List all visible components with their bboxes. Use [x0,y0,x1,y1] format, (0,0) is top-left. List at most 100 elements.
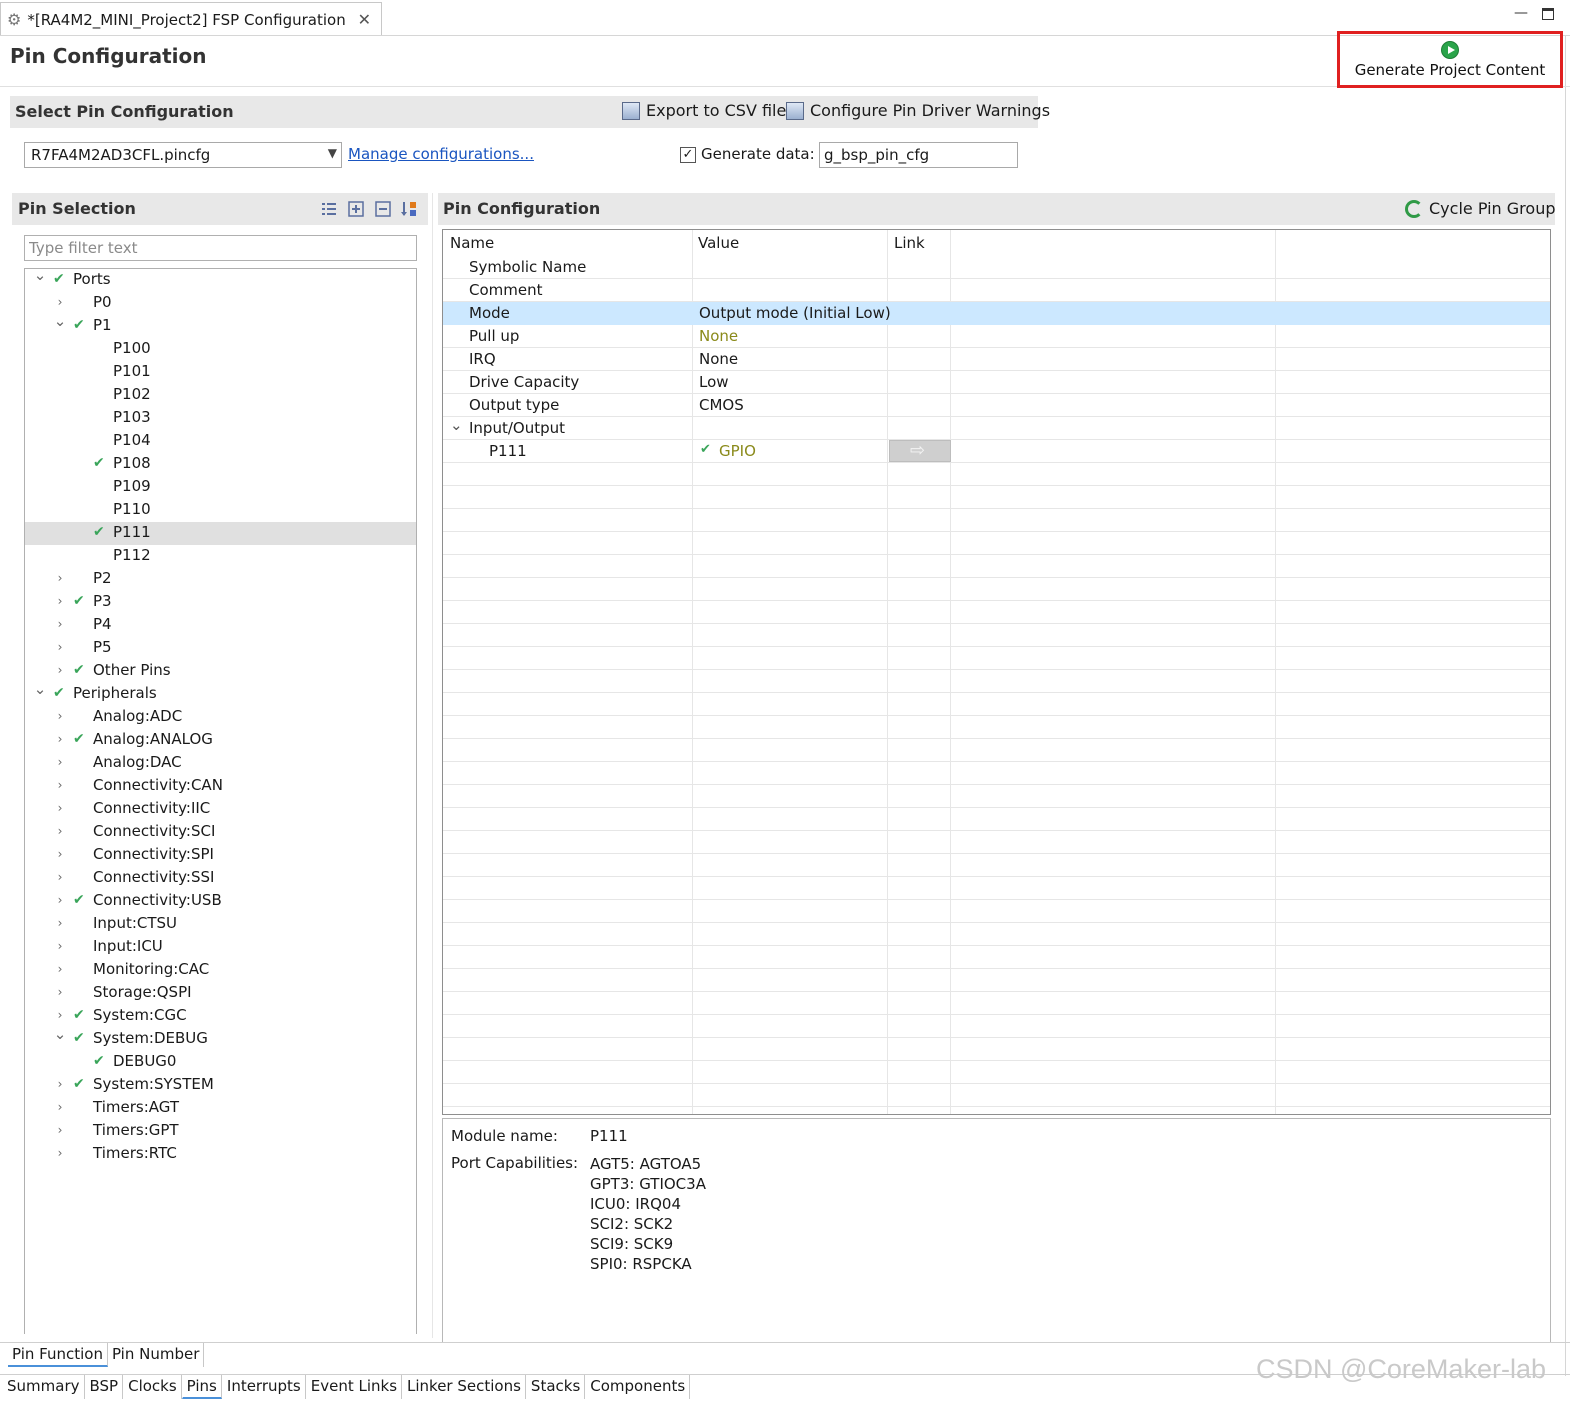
tree-item[interactable]: › Connectivity:SCI [25,821,416,844]
config-value[interactable]: None [699,350,738,368]
chevron-right-icon[interactable]: › [53,295,67,309]
tab-interrupts[interactable]: Interrupts [222,1375,306,1399]
column-header-value[interactable]: Value [698,234,739,252]
chevron-right-icon[interactable]: › [53,870,67,884]
tree-item[interactable]: › Timers:AGT [25,1097,416,1120]
tree-item[interactable]: › P4 [25,614,416,637]
tree-item[interactable]: › Connectivity:SSI [25,867,416,890]
configure-warnings-button[interactable]: Configure Pin Driver Warnings [786,101,1050,120]
tab-components[interactable]: Components [585,1375,691,1399]
tree-item[interactable]: ✔ P111 [25,522,416,545]
chevron-down-icon[interactable]: ⌄ [53,1027,67,1042]
tree-item[interactable]: › ✔ P3 [25,591,416,614]
tree-item[interactable]: P109 [25,476,416,499]
chevron-right-icon[interactable]: › [53,1100,67,1114]
export-csv-button[interactable]: Export to CSV file [622,101,786,120]
chevron-right-icon[interactable]: › [53,801,67,815]
chevron-down-icon[interactable]: ⌄ [33,682,47,697]
tree-item[interactable]: › Connectivity:SPI [25,844,416,867]
chevron-right-icon[interactable]: › [53,1008,67,1022]
config-value[interactable]: GPIO [719,442,756,460]
tab-pins[interactable]: Pins [181,1375,222,1399]
generate-data-field[interactable]: g_bsp_pin_cfg [819,142,1018,168]
config-row[interactable]: Mode Output mode (Initial Low) [443,302,1550,325]
config-row[interactable]: Symbolic Name [443,256,1550,279]
chevron-right-icon[interactable]: › [53,985,67,999]
column-header-link[interactable]: Link [894,234,925,252]
panel-divider[interactable] [432,193,433,1338]
tree-item[interactable]: › Input:CTSU [25,913,416,936]
tree-item[interactable]: › Timers:GPT [25,1120,416,1143]
config-row[interactable]: Drive Capacity Low [443,371,1550,394]
config-value[interactable]: None [699,327,738,345]
config-row[interactable]: P111 ✔ GPIO [443,440,1550,463]
list-view-icon[interactable] [320,200,338,218]
config-value[interactable]: Low [699,373,729,391]
tree-item[interactable]: P104 [25,430,416,453]
chevron-down-icon[interactable]: ⌄ [33,268,47,283]
config-row[interactable]: Comment [443,279,1550,302]
tree-item[interactable]: P110 [25,499,416,522]
chevron-right-icon[interactable]: › [53,709,67,723]
tab-pin-function[interactable]: Pin Function [8,1343,108,1367]
config-value[interactable]: CMOS [699,396,744,414]
tree-item[interactable]: › Monitoring:CAC [25,959,416,982]
tree-item[interactable]: › Connectivity:IIC [25,798,416,821]
tree-item[interactable]: ⌄ ✔ System:DEBUG [25,1027,416,1051]
tree-item[interactable]: › ✔ Connectivity:USB [25,890,416,913]
tree-item[interactable]: › Analog:ADC [25,706,416,729]
tab-event-links[interactable]: Event Links [306,1375,403,1399]
chevron-right-icon[interactable]: › [53,594,67,608]
chevron-right-icon[interactable]: › [53,824,67,838]
chevron-right-icon[interactable]: › [53,962,67,976]
tree-item[interactable]: › P2 [25,568,416,591]
tree-item[interactable]: › ✔ Other Pins [25,660,416,683]
tree-item[interactable]: › Timers:RTC [25,1143,416,1166]
tree-item[interactable]: ⌄ ✔ P1 [25,314,416,338]
generate-data-checkbox[interactable]: ✓ [680,147,696,163]
config-row[interactable]: Output type CMOS [443,394,1550,417]
cycle-pin-group-button[interactable]: Cycle Pin Group [1405,199,1556,218]
chevron-right-icon[interactable]: › [53,640,67,654]
pin-filter-input[interactable] [24,235,417,261]
tree-item[interactable]: ⌄ ✔ Peripherals [25,682,416,706]
tab-clocks[interactable]: Clocks [123,1375,182,1399]
pin-config-dropdown[interactable]: R7FA4M2AD3CFL.pincfg ▼ [24,142,342,168]
chevron-right-icon[interactable]: › [53,778,67,792]
editor-tab[interactable]: ⚙ *[RA4M2_MINI_Project2] FSP Configurati… [0,2,382,36]
tree-item[interactable]: › Storage:QSPI [25,982,416,1005]
chevron-down-icon[interactable]: ⌄ [53,314,67,329]
chevron-down-icon[interactable]: ⌄ [450,416,463,434]
expand-all-icon[interactable] [347,200,365,218]
config-row[interactable]: IRQ None [443,348,1550,371]
minimize-icon[interactable]: — [1514,6,1528,20]
tab-linker-sections[interactable]: Linker Sections [402,1375,526,1399]
column-header-name[interactable]: Name [450,234,494,252]
chevron-right-icon[interactable]: › [53,617,67,631]
tab-bsp[interactable]: BSP [85,1375,124,1399]
tree-item[interactable]: P100 [25,338,416,361]
tree-item[interactable]: › P0 [25,292,416,315]
chevron-right-icon[interactable]: › [53,893,67,907]
tree-item[interactable]: P102 [25,384,416,407]
maximize-icon[interactable] [1542,8,1554,20]
close-icon[interactable]: ✕ [358,10,371,29]
chevron-right-icon[interactable]: › [53,571,67,585]
tree-item[interactable]: › ✔ Analog:ANALOG [25,729,416,752]
tree-item[interactable]: › ✔ System:CGC [25,1005,416,1028]
config-row[interactable]: ⌄ Input/Output [443,416,1550,440]
generate-project-content-button[interactable]: Generate Project Content [1337,31,1563,88]
config-row[interactable]: Pull up None [443,325,1550,348]
config-value[interactable]: Output mode (Initial Low) [699,304,891,322]
tab-pin-number[interactable]: Pin Number [108,1343,205,1367]
tab-stacks[interactable]: Stacks [526,1375,586,1399]
tree-item[interactable]: › P5 [25,637,416,660]
collapse-all-icon[interactable] [374,200,392,218]
tree-item[interactable]: ⌄ ✔ Ports [25,268,416,292]
link-arrow-button[interactable] [889,440,951,462]
tree-item[interactable]: P112 [25,545,416,568]
chevron-right-icon[interactable]: › [53,939,67,953]
chevron-right-icon[interactable]: › [53,1146,67,1160]
tree-item[interactable]: › Connectivity:CAN [25,775,416,798]
chevron-right-icon[interactable]: › [53,755,67,769]
